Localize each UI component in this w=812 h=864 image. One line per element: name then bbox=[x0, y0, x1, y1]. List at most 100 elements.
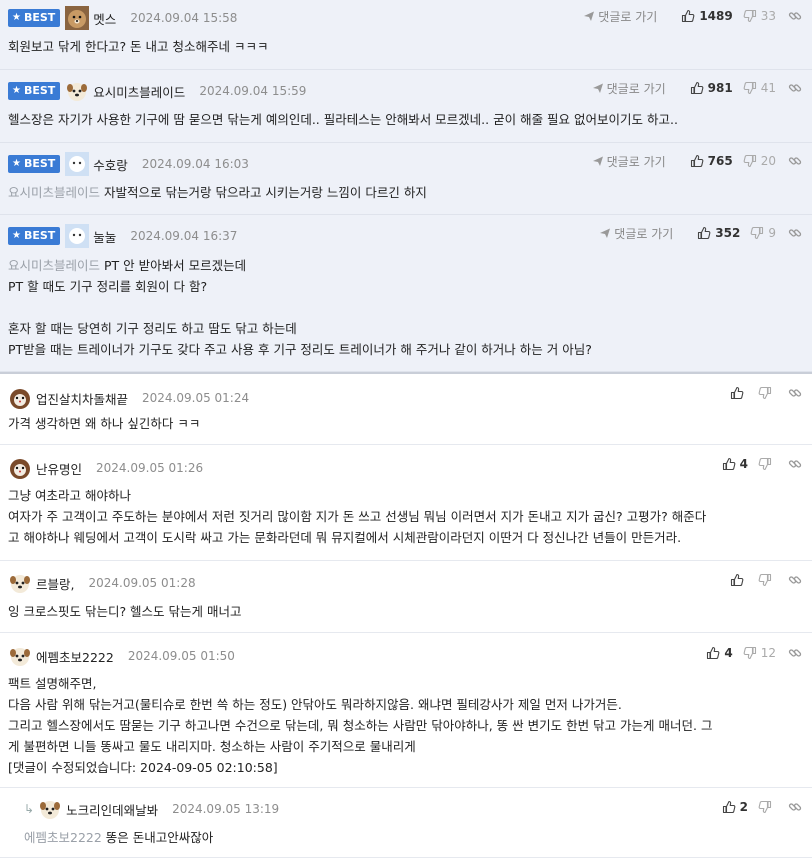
link-button[interactable] bbox=[788, 226, 802, 240]
mention-tag[interactable]: 요시미츠블레이드 bbox=[8, 258, 100, 273]
author-name[interactable]: 수호랑 bbox=[93, 155, 128, 174]
thumbs-down-icon bbox=[758, 457, 772, 471]
comment-body: 팩트 설명해주면, 다음 사람 위해 닦는거고(물티슈로 한번 쓱 하는 정도)… bbox=[8, 673, 802, 778]
star-icon: ★ bbox=[12, 12, 21, 23]
upvote-button[interactable] bbox=[730, 573, 748, 587]
author-name[interactable]: 업진살치차돌채끝 bbox=[36, 389, 128, 408]
comment-body: 가격 생각하면 왜 하나 싶긴하다 ㅋㅋ bbox=[8, 416, 201, 431]
best-badge: ★ BEST bbox=[8, 155, 61, 173]
thumbs-down-icon bbox=[758, 386, 772, 400]
downvote-button[interactable]: 9 bbox=[750, 226, 776, 240]
link-icon bbox=[788, 386, 802, 400]
thumbs-down-icon bbox=[743, 646, 757, 660]
author-name[interactable]: 난유명인 bbox=[36, 459, 82, 478]
author-name[interactable]: 에펨초보2222 bbox=[36, 647, 114, 666]
comment-body: 회원보고 닦게 한다고? 돈 내고 청소해주네 ㅋㅋㅋ bbox=[8, 39, 269, 54]
reply-go-link[interactable]: 댓글로 가기 bbox=[592, 153, 666, 170]
avatar[interactable] bbox=[65, 224, 89, 248]
star-icon: ★ bbox=[12, 158, 21, 169]
avatar[interactable] bbox=[8, 386, 32, 410]
avatar[interactable] bbox=[8, 571, 32, 595]
best-badge: ★ BEST bbox=[8, 82, 61, 100]
comment-item: 난유명인 2024.09.05 01:26 4 그냥 여초라고 해야하나 여자가… bbox=[0, 445, 812, 561]
mention-tag[interactable]: 요시미츠블레이드 bbox=[8, 185, 100, 200]
downvote-button[interactable] bbox=[758, 800, 776, 814]
downvote-button[interactable]: 12 bbox=[743, 646, 776, 660]
thumbs-down-icon bbox=[743, 81, 757, 95]
reply-go-link[interactable]: 댓글로 가기 bbox=[599, 225, 673, 242]
comment-date: 2024.09.05 01:24 bbox=[142, 391, 250, 405]
link-button[interactable] bbox=[788, 154, 802, 168]
upvote-button[interactable]: 765 bbox=[690, 154, 733, 168]
link-button[interactable] bbox=[788, 457, 802, 471]
downvote-button[interactable] bbox=[758, 573, 776, 587]
downvote-button[interactable]: 20 bbox=[743, 154, 776, 168]
thumbs-up-icon bbox=[690, 81, 704, 95]
link-button[interactable] bbox=[788, 800, 802, 814]
thumbs-up-icon bbox=[706, 646, 720, 660]
upvote-button[interactable]: 352 bbox=[697, 226, 740, 240]
upvote-button[interactable] bbox=[730, 386, 748, 400]
link-button[interactable] bbox=[788, 646, 802, 660]
link-icon bbox=[788, 226, 802, 240]
comment-header: 르블랑, 2024.09.05 01:28 bbox=[8, 572, 196, 594]
avatar[interactable] bbox=[8, 644, 32, 668]
reply-go-link[interactable]: 댓글로 가기 bbox=[592, 80, 666, 97]
avatar[interactable] bbox=[8, 456, 32, 480]
link-icon bbox=[788, 573, 802, 587]
comment-header: ★ BEST 멧스 2024.09.04 15:58 bbox=[8, 7, 237, 29]
avatar[interactable] bbox=[65, 152, 89, 176]
author-name[interactable]: 르블랑, bbox=[36, 574, 74, 593]
upvote-button[interactable]: 981 bbox=[690, 81, 733, 95]
link-icon bbox=[788, 154, 802, 168]
send-icon bbox=[599, 227, 611, 239]
best-badge: ★ BEST bbox=[8, 227, 61, 245]
thumbs-down-icon bbox=[743, 154, 757, 168]
downvote-button[interactable]: 33 bbox=[743, 9, 776, 23]
avatar[interactable] bbox=[65, 79, 89, 103]
comment-list: ★ BEST 멧스 2024.09.04 15:58 댓글로 가기 1489 33… bbox=[0, 0, 812, 858]
downvote-button[interactable] bbox=[758, 457, 776, 471]
edited-note: [댓글이 수정되었습니다: 2024-09-05 02:10:58] bbox=[8, 760, 278, 775]
upvote-button[interactable]: 1489 bbox=[681, 9, 733, 23]
comment-header: ★ BEST 눌눌 2024.09.04 16:37 bbox=[8, 225, 237, 247]
comment-item: ★ BEST 수호랑 2024.09.04 16:03 댓글로 가기 765 20… bbox=[0, 143, 812, 215]
mention-tag[interactable]: 에펨초보2222 bbox=[24, 830, 102, 845]
author-name[interactable]: 눌눌 bbox=[93, 227, 116, 246]
comment-body: 요시미츠블레이드 PT 안 받아봐서 모르겠는데 PT 할 때도 기구 정리를 … bbox=[8, 258, 592, 357]
upvote-button[interactable]: 4 bbox=[722, 457, 748, 471]
author-name[interactable]: 멧스 bbox=[93, 9, 116, 28]
upvote-button[interactable]: 2 bbox=[722, 800, 748, 814]
upvote-button[interactable]: 4 bbox=[706, 646, 733, 660]
comment-item: 에펨초보2222 2024.09.05 01:50 4 12 팩트 설명해주면,… bbox=[0, 633, 812, 788]
comment-date: 2024.09.05 13:19 bbox=[172, 802, 280, 816]
link-button[interactable] bbox=[788, 573, 802, 587]
comment-item: 업진살치차돌채끝 2024.09.05 01:24 가격 생각하면 왜 하나 싶… bbox=[0, 374, 812, 445]
downvote-button[interactable]: 41 bbox=[743, 81, 776, 95]
comment-header: 에펨초보2222 2024.09.05 01:50 bbox=[8, 645, 235, 667]
thumbs-up-icon bbox=[722, 457, 736, 471]
reply-item: ↳ 노크리인데왜날봐 2024.09.05 13:19 2 에펨초보2222 똥… bbox=[0, 788, 812, 858]
star-icon: ★ bbox=[12, 230, 21, 241]
author-name[interactable]: 요시미츠블레이드 bbox=[93, 82, 185, 101]
link-icon bbox=[788, 9, 802, 23]
downvote-button[interactable] bbox=[758, 386, 776, 400]
thumbs-down-icon bbox=[758, 573, 772, 587]
comment-header: ↳ 노크리인데왜날봐 2024.09.05 13:19 bbox=[24, 798, 279, 820]
avatar[interactable] bbox=[38, 797, 62, 821]
thumbs-down-icon bbox=[758, 800, 772, 814]
thumbs-down-icon bbox=[750, 226, 764, 240]
comment-item: ★ BEST 멧스 2024.09.04 15:58 댓글로 가기 1489 33… bbox=[0, 0, 812, 70]
comment-body: 에펨초보2222 똥은 돈내고안싸잖아 bbox=[24, 830, 214, 845]
link-button[interactable] bbox=[788, 386, 802, 400]
best-badge: ★ BEST bbox=[8, 9, 61, 27]
thumbs-up-icon bbox=[697, 226, 711, 240]
link-icon bbox=[788, 457, 802, 471]
reply-go-link[interactable]: 댓글로 가기 bbox=[583, 8, 657, 25]
link-button[interactable] bbox=[788, 9, 802, 23]
author-name[interactable]: 노크리인데왜날봐 bbox=[66, 800, 158, 819]
link-button[interactable] bbox=[788, 81, 802, 95]
send-icon bbox=[592, 82, 604, 94]
avatar[interactable] bbox=[65, 6, 89, 30]
thumbs-up-icon bbox=[681, 9, 695, 23]
